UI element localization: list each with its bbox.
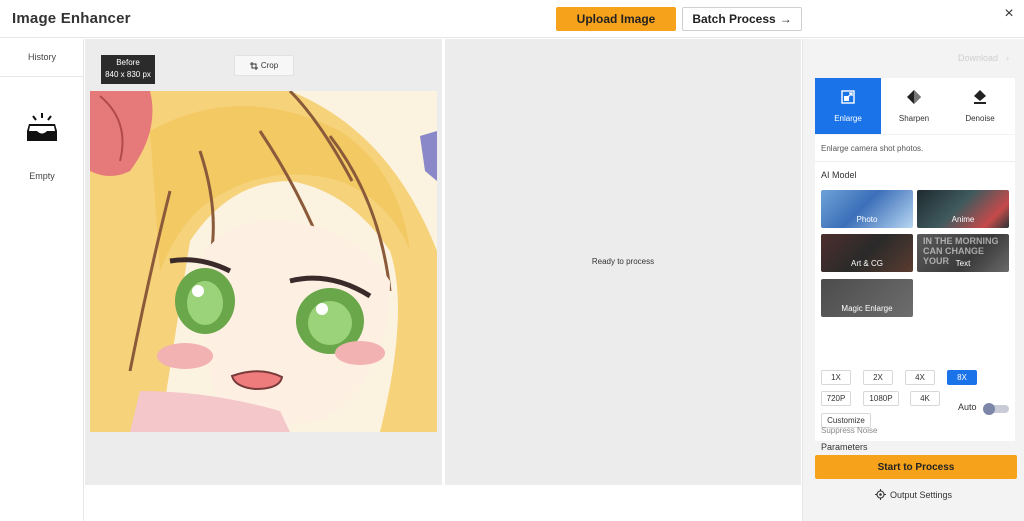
- scale-4k-button[interactable]: 4K: [910, 391, 940, 406]
- before-preview-panel: Before 840 x 830 px Crop: [85, 39, 442, 485]
- tab-sharpen[interactable]: Sharpen: [881, 78, 947, 134]
- toggle-knob: [983, 403, 995, 415]
- batch-process-button[interactable]: Batch Process →: [682, 7, 802, 31]
- empty-inbox-icon: [27, 113, 57, 141]
- upload-image-button[interactable]: Upload Image: [556, 7, 676, 31]
- auto-label: Auto: [958, 402, 977, 412]
- output-settings-button[interactable]: Output Settings: [875, 489, 952, 500]
- suppress-noise-label: Suppress Noise: [821, 426, 878, 435]
- model-art-cg-label: Art & CG: [850, 259, 883, 268]
- ready-status-text: Ready to process: [591, 257, 655, 266]
- chevron-right-icon: ›: [1006, 53, 1010, 63]
- download-label: Download: [958, 53, 999, 63]
- model-art-cg[interactable]: Art & CG: [821, 234, 913, 272]
- crop-label: Crop: [260, 61, 279, 70]
- sharpen-icon: [907, 90, 921, 104]
- model-magic-enlarge[interactable]: Magic Enlarge: [821, 279, 913, 317]
- divider: [815, 161, 1015, 162]
- enhancer-controls-panel: Download › Enlarge Sharpen Denoise Enlar…: [802, 39, 1024, 521]
- download-button[interactable]: Download ›: [958, 53, 1009, 63]
- enlarge-options-card: Enlarge camera shot photos. AI Model Pho…: [815, 135, 1015, 452]
- output-settings-label: Output Settings: [890, 489, 953, 500]
- before-badge-title: Before: [116, 58, 140, 67]
- before-image: [90, 91, 437, 432]
- model-text[interactable]: IN THE MORNING CAN CHANGE YOUR Text: [917, 234, 1009, 272]
- batch-process-label: Batch Process: [692, 12, 776, 26]
- parameters-title: Parameters: [821, 442, 868, 452]
- model-photo[interactable]: Photo: [821, 190, 913, 228]
- crop-button[interactable]: Crop: [234, 55, 294, 76]
- enlarge-icon: [841, 90, 855, 104]
- model-anime-label: Anime: [951, 215, 975, 224]
- anime-girl-illustration: [90, 91, 437, 432]
- after-preview-panel: Ready to process: [445, 39, 801, 485]
- before-badge-size: 840 x 830 px: [105, 70, 151, 79]
- model-text-thumbnail-words: IN THE MORNING CAN CHANGE YOUR: [923, 236, 999, 266]
- model-photo-label: Photo: [856, 215, 878, 224]
- model-magic-enlarge-label: Magic Enlarge: [841, 304, 893, 313]
- history-divider: [0, 76, 84, 77]
- tab-denoise-label: Denoise: [965, 114, 995, 123]
- tab-denoise[interactable]: Denoise: [947, 78, 1013, 134]
- ai-model-title: AI Model: [821, 170, 857, 180]
- before-badge: Before 840 x 830 px: [101, 55, 155, 84]
- scale-8x-button[interactable]: 8X: [947, 370, 977, 385]
- image-enhancer-app: Image Enhancer Upload Image Batch Proces…: [0, 0, 1024, 521]
- history-label: History: [27, 52, 56, 62]
- top-bar: Image Enhancer Upload Image Batch Proces…: [0, 0, 1024, 38]
- scale-1080p-button[interactable]: 1080P: [863, 391, 899, 406]
- gear-icon: [875, 489, 886, 500]
- start-to-process-button[interactable]: Start to Process: [815, 455, 1017, 479]
- history-empty-label: Empty: [29, 171, 55, 181]
- scale-720p-button[interactable]: 720P: [821, 391, 851, 406]
- auto-toggle[interactable]: [983, 403, 1009, 415]
- tab-sharpen-label: Sharpen: [898, 114, 930, 123]
- crop-icon: [249, 61, 258, 70]
- close-icon[interactable]: ×: [1000, 5, 1018, 23]
- denoise-icon: [974, 90, 986, 104]
- app-title: Image Enhancer: [12, 10, 131, 27]
- mode-tabs: Enlarge Sharpen Denoise: [815, 78, 1015, 134]
- history-sidebar: History Empty: [0, 39, 84, 521]
- mode-description: Enlarge camera shot photos.: [821, 144, 924, 153]
- scale-4x-button[interactable]: 4X: [905, 370, 935, 385]
- model-anime[interactable]: Anime: [917, 190, 1009, 228]
- tab-enlarge[interactable]: Enlarge: [815, 78, 881, 134]
- scale-2x-button[interactable]: 2X: [863, 370, 893, 385]
- arrow-right-icon: →: [779, 12, 792, 26]
- tab-enlarge-label: Enlarge: [834, 114, 862, 123]
- scale-1x-button[interactable]: 1X: [821, 370, 851, 385]
